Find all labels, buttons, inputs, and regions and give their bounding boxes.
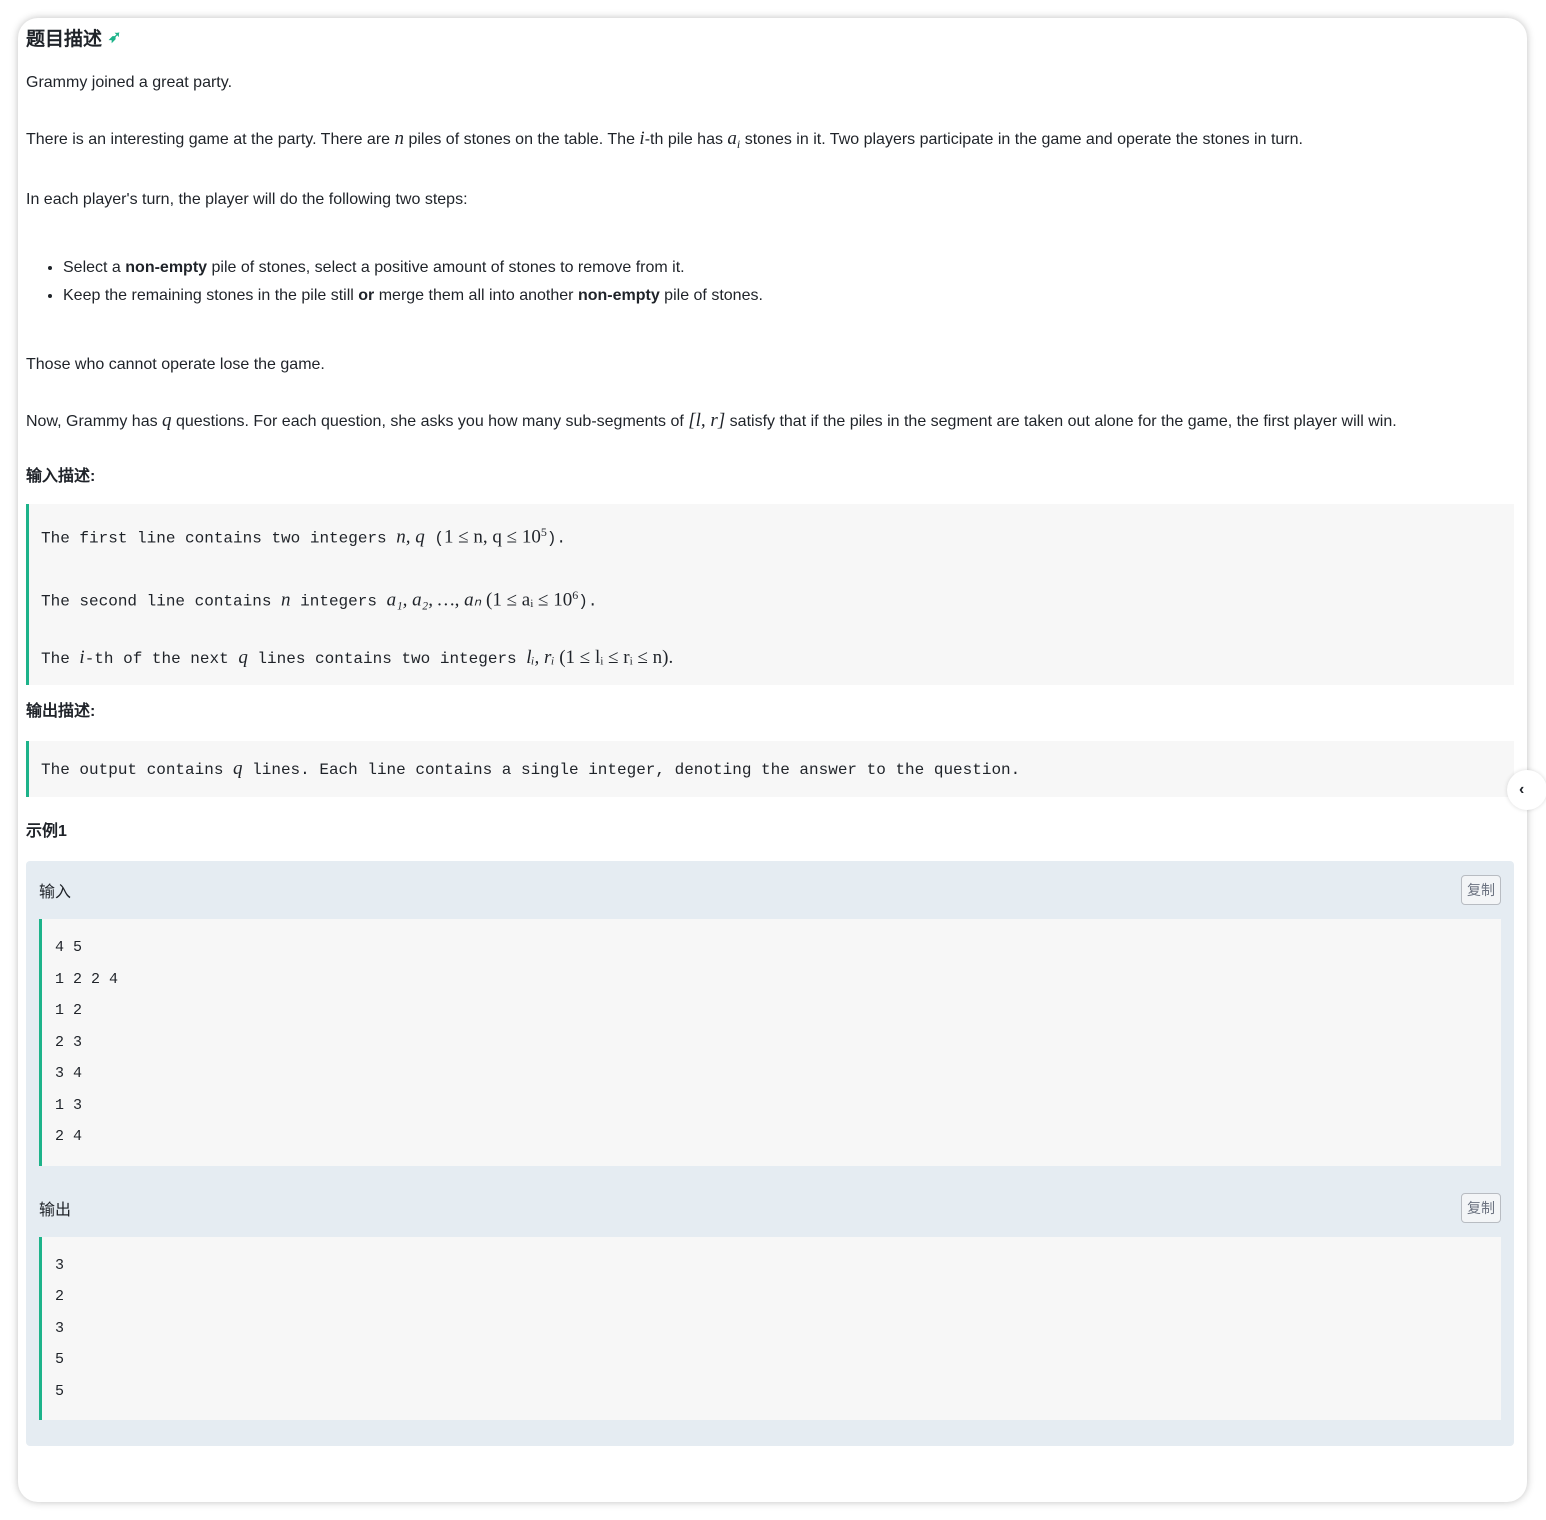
copy-output-button[interactable]: 复制 bbox=[1461, 1192, 1501, 1223]
copy-input-button[interactable]: 复制 bbox=[1461, 875, 1501, 906]
paragraph-game: There is an interesting game at the part… bbox=[26, 128, 1303, 152]
sample-block: 输入 复制 4 51 2 2 41 22 33 41 32 4 输出 复制 3235… bbox=[26, 861, 1514, 1447]
input-heading: 输入描述: bbox=[26, 468, 96, 486]
sample-input-label: 输入 bbox=[39, 884, 72, 902]
problem-title: 题目描述 ➶ bbox=[26, 24, 1514, 50]
paragraph-questions: Now, Grammy has q questions. For each qu… bbox=[26, 410, 1397, 432]
example-heading: 示例1 bbox=[26, 823, 67, 841]
input-line: The second line contains n integers a₁, … bbox=[41, 588, 598, 611]
input-description: The first line contains two integers n, … bbox=[26, 504, 1514, 686]
sample-output-code[interactable]: 32355 bbox=[39, 1236, 1501, 1421]
input-line: The first line contains two integers n, … bbox=[41, 525, 567, 548]
output-description: The output contains q lines. Each line c… bbox=[26, 741, 1514, 798]
list-item: Keep the remaining stones in the pile st… bbox=[63, 282, 1514, 310]
output-heading: 输出描述: bbox=[26, 703, 96, 721]
collapse-arrows-icon[interactable]: ➶ bbox=[108, 27, 121, 47]
paragraph-lose: Those who cannot operate lose the game. bbox=[26, 356, 325, 374]
steps-list: Select a non-empty pile of stones, selec… bbox=[63, 254, 1514, 310]
paragraph-turn: In each player's turn, the player will d… bbox=[26, 191, 468, 209]
intro-text: Grammy joined a great party. bbox=[26, 74, 233, 91]
problem-card: 题目描述 ➶ Grammy joined a great party. There… bbox=[18, 18, 1527, 1502]
input-line: The i-th of the next q lines contains tw… bbox=[41, 647, 674, 669]
sample-input-code[interactable]: 4 51 2 2 41 22 33 41 32 4 bbox=[39, 919, 1501, 1166]
title-text: 题目描述 bbox=[26, 28, 103, 50]
collapse-panel-chevron-icon[interactable]: ‹ bbox=[1507, 770, 1546, 810]
list-item: Select a non-empty pile of stones, selec… bbox=[63, 254, 1514, 282]
sample-output-label: 输出 bbox=[39, 1201, 72, 1219]
